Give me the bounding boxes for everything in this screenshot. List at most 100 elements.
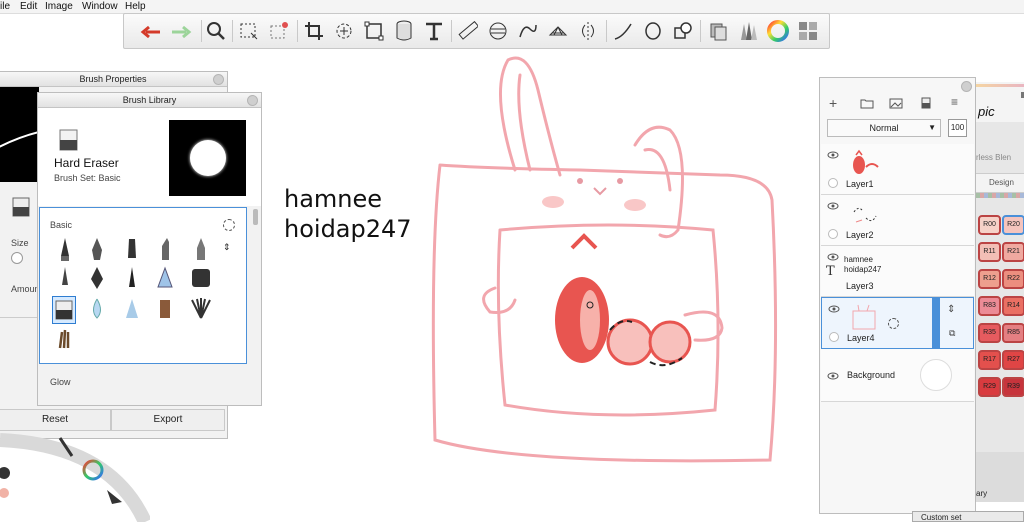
bucket-icon[interactable] bbox=[392, 19, 416, 43]
nib-brush-icon[interactable] bbox=[86, 265, 108, 291]
chisel-brush-icon[interactable] bbox=[154, 236, 176, 262]
reset-button[interactable]: Reset bbox=[0, 409, 111, 431]
copic-swatch[interactable]: R29 bbox=[978, 377, 1001, 397]
copic-icon[interactable] bbox=[706, 19, 730, 43]
copic-swatch[interactable]: R00 bbox=[978, 215, 1001, 235]
eye-icon[interactable] bbox=[827, 252, 839, 264]
canvas-text-layer[interactable]: hamnee hoidap247 bbox=[284, 184, 412, 244]
blender-brush-icon[interactable] bbox=[121, 296, 143, 322]
background-color-swatch[interactable] bbox=[920, 359, 952, 391]
copic-swatch[interactable]: R27 bbox=[1002, 350, 1024, 370]
close-icon[interactable] bbox=[247, 95, 258, 106]
folder-icon[interactable] bbox=[860, 98, 874, 112]
reorder-layer-icon[interactable]: ⇕ bbox=[947, 304, 955, 315]
smudge-brush-icon[interactable] bbox=[154, 296, 176, 322]
eye-icon[interactable] bbox=[827, 371, 839, 383]
layer-name: Layer1 bbox=[846, 179, 874, 189]
redo-icon[interactable] bbox=[169, 19, 193, 43]
lagoon-menu[interactable] bbox=[0, 430, 150, 522]
image-icon[interactable] bbox=[889, 98, 903, 112]
copic-swatch[interactable]: R85 bbox=[1002, 323, 1024, 343]
layer-toolbar: + ≡ bbox=[820, 92, 975, 116]
magic-select-icon[interactable] bbox=[267, 19, 291, 43]
copic-swatch[interactable]: R21 bbox=[1002, 242, 1024, 262]
text-icon[interactable] bbox=[422, 19, 446, 43]
eye-icon[interactable] bbox=[827, 201, 839, 213]
blend-mode-select[interactable]: Normal ▼ bbox=[827, 119, 941, 137]
copic-swatch[interactable]: R39 bbox=[1002, 377, 1024, 397]
layer-row[interactable]: T hamnee hoidap247 Layer3 bbox=[821, 246, 974, 297]
water-brush-icon[interactable] bbox=[86, 296, 108, 322]
export-button[interactable]: Export bbox=[111, 409, 225, 431]
airbrush-icon[interactable] bbox=[154, 265, 176, 291]
menu-icon[interactable]: ≡ bbox=[951, 95, 958, 109]
hard-eraser-brush-icon[interactable] bbox=[52, 296, 76, 324]
marker-brush-icon[interactable] bbox=[121, 236, 143, 262]
texture-brush-icon[interactable] bbox=[54, 326, 76, 352]
transform-icon[interactable] bbox=[332, 19, 356, 43]
ellipse-icon[interactable] bbox=[641, 19, 665, 43]
rect-select-icon[interactable] bbox=[237, 19, 261, 43]
curve-guide-icon[interactable] bbox=[516, 19, 540, 43]
close-icon[interactable] bbox=[213, 74, 224, 85]
stroke-icon[interactable] bbox=[611, 19, 635, 43]
menu-edit[interactable]: Edit bbox=[20, 0, 37, 13]
copic-swatch[interactable]: R22 bbox=[1002, 269, 1024, 289]
fineliner-brush-icon[interactable] bbox=[54, 265, 76, 291]
symmetry-icon[interactable] bbox=[576, 19, 600, 43]
copic-swatch[interactable]: R17 bbox=[978, 350, 1001, 370]
reorder-icon[interactable]: ⇕ bbox=[223, 242, 231, 253]
perspective-icon[interactable] bbox=[546, 19, 570, 43]
eraser-layer-icon[interactable] bbox=[921, 97, 931, 112]
brush-settings-icon[interactable] bbox=[223, 219, 235, 231]
brush-grid-scrollbar[interactable] bbox=[253, 209, 258, 225]
pen-brush-icon[interactable] bbox=[86, 236, 108, 262]
menu-file[interactable]: ile bbox=[0, 0, 10, 13]
ruler-icon[interactable] bbox=[456, 19, 480, 43]
copic-swatch[interactable]: R20 bbox=[1002, 215, 1024, 235]
ballpoint-brush-icon[interactable] bbox=[190, 236, 212, 262]
color-wheel-icon[interactable] bbox=[766, 19, 790, 43]
menu-window[interactable]: Window bbox=[82, 0, 118, 13]
layers-icon[interactable] bbox=[796, 19, 820, 43]
custom-set-dropdown[interactable]: Custom set bbox=[912, 511, 1024, 522]
crop-icon[interactable] bbox=[302, 19, 326, 43]
brush-lib-icon[interactable] bbox=[736, 19, 760, 43]
pencil-brush-icon[interactable] bbox=[54, 236, 76, 262]
menu-image[interactable]: Image bbox=[45, 0, 73, 13]
copic-swatch[interactable]: R35 bbox=[978, 323, 1001, 343]
eye-icon[interactable] bbox=[828, 304, 840, 316]
layer-row-selected[interactable]: ⇕ ⧉ Layer4 bbox=[821, 297, 974, 349]
size-slider[interactable] bbox=[11, 252, 23, 264]
layer-radio[interactable] bbox=[828, 229, 838, 239]
hard-eraser-icon bbox=[58, 128, 80, 155]
tab-design[interactable]: Design bbox=[976, 173, 1024, 193]
fan-brush-icon[interactable] bbox=[190, 296, 212, 322]
distort-icon[interactable] bbox=[362, 19, 386, 43]
close-icon[interactable] bbox=[961, 81, 972, 92]
zoom-icon[interactable] bbox=[204, 19, 228, 43]
ellipse-guide-icon[interactable] bbox=[486, 19, 510, 43]
copic-swatch[interactable]: R14 bbox=[1002, 296, 1024, 316]
layer-row[interactable]: Layer1 bbox=[821, 144, 974, 195]
eye-icon[interactable] bbox=[827, 150, 839, 162]
layer-row[interactable]: Layer2 bbox=[821, 195, 974, 246]
layer-radio[interactable] bbox=[829, 332, 839, 342]
lock-transparency-icon[interactable] bbox=[888, 318, 899, 329]
opacity-field[interactable]: 100 bbox=[948, 119, 967, 137]
merge-icon[interactable]: ⧉ bbox=[949, 328, 955, 339]
add-layer-icon[interactable]: + bbox=[829, 95, 837, 111]
copic-swatch[interactable]: R83 bbox=[978, 296, 1001, 316]
brushpen-icon[interactable] bbox=[121, 265, 143, 291]
copic-swatch[interactable]: R11 bbox=[978, 242, 1001, 262]
layer-radio[interactable] bbox=[828, 178, 838, 188]
canvas-drawing[interactable] bbox=[420, 50, 800, 480]
shape-icon[interactable] bbox=[671, 19, 695, 43]
soft-eraser-icon[interactable] bbox=[190, 265, 212, 291]
copic-swatch[interactable]: R12 bbox=[978, 269, 1001, 289]
menu-help[interactable]: Help bbox=[125, 0, 146, 13]
layer-opacity-bar[interactable] bbox=[932, 298, 940, 348]
undo-icon[interactable] bbox=[139, 19, 163, 43]
layer-row-background[interactable]: Background bbox=[821, 349, 974, 402]
eraser-icon[interactable] bbox=[11, 196, 31, 221]
